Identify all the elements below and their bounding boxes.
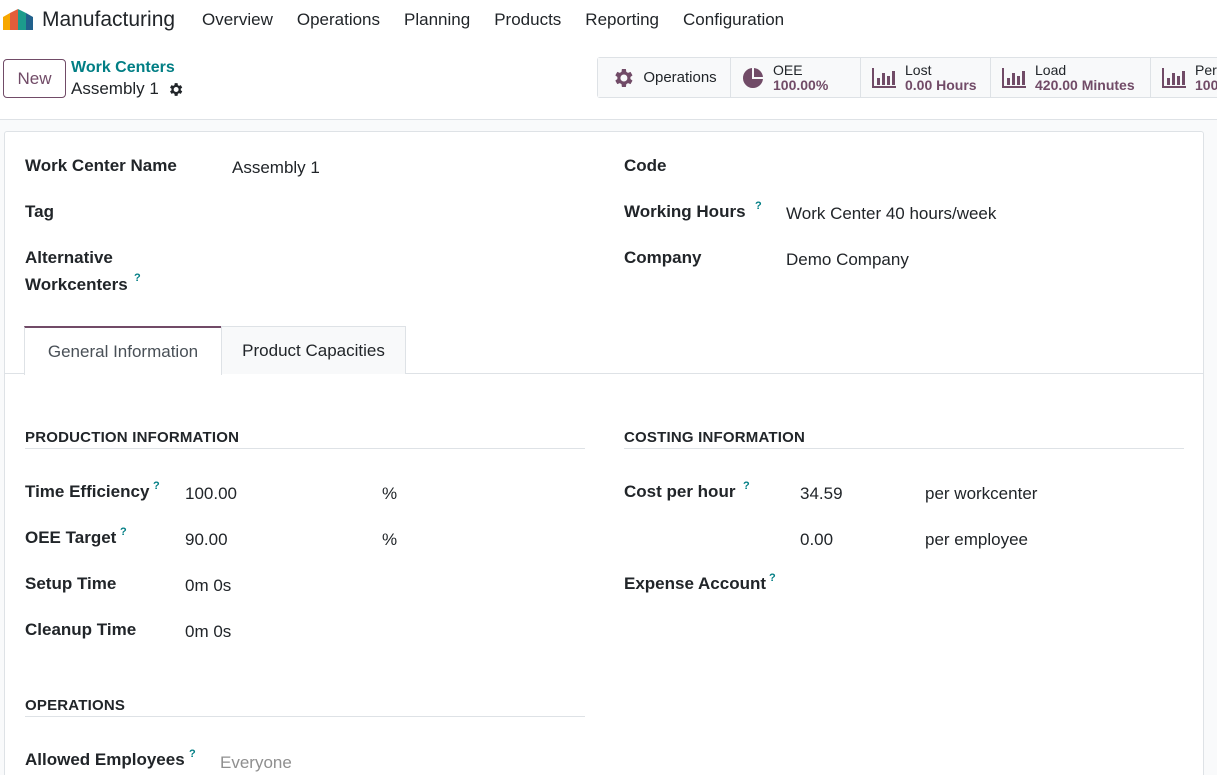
section-divider (25, 716, 585, 717)
expense-account-label: Expense Account (624, 574, 767, 593)
setup-time-field[interactable]: 0m 0s (185, 576, 231, 596)
cleanup-time-field[interactable]: 0m 0s (185, 622, 231, 642)
gear-icon (615, 68, 633, 87)
operations-title: OPERATIONS (25, 697, 126, 714)
oee-stat-value: 100.00% (773, 76, 829, 93)
tag-field[interactable] (232, 202, 592, 224)
oee-target-field[interactable]: 90.00 (185, 530, 228, 550)
time-efficiency-label: Time Efficiency (25, 482, 150, 501)
tag-label: Tag (25, 202, 54, 221)
expense-account-field[interactable] (800, 574, 1180, 596)
notebook-tabs: General Information Product Capacities (5, 326, 1203, 375)
bar-chart-icon (872, 67, 896, 88)
gear-icon[interactable] (167, 81, 184, 98)
per-workcenter-text: per workcenter (925, 484, 1038, 503)
smart-buttons: Operations OEE 100.00% Lost 0.00 Hours L… (597, 57, 1217, 98)
allowed-employees-field[interactable]: Everyone (220, 753, 292, 773)
working-hours-label: Working Hours (624, 202, 746, 221)
breadcrumb-work-centers[interactable]: Work Centers (71, 59, 175, 77)
help-icon[interactable]: ? (120, 526, 127, 538)
load-stat-value: 420.00 Minutes (1035, 76, 1135, 93)
work-center-name-label: Work Center Name (25, 156, 177, 175)
cost-per-hour-field[interactable]: 34.59 (800, 484, 843, 504)
company-label: Company (624, 248, 702, 267)
performance-stat-value: 100 (1195, 76, 1217, 93)
employee-cost-field[interactable]: 0.00 (800, 530, 833, 550)
company-field[interactable]: Demo Company (786, 250, 909, 270)
control-panel: New Work Centers Assembly 1 Operations O… (0, 40, 1217, 120)
operations-stat-button[interactable]: Operations (598, 58, 731, 97)
performance-stat-label: Perf (1195, 61, 1217, 78)
oee-stat-text: OEE 100.00% (773, 61, 829, 93)
top-navbar: Manufacturing Overview Operations Planni… (0, 0, 1217, 40)
lost-stat-value: 0.00 Hours (905, 76, 977, 93)
time-efficiency-unit: % (382, 484, 398, 503)
pie-chart-icon (743, 67, 763, 88)
lost-stat-text: Lost 0.00 Hours (905, 61, 977, 93)
operations-stat-label: Operations (643, 69, 717, 86)
oee-stat-button[interactable]: OEE 100.00% (731, 58, 861, 97)
oee-target-label: OEE Target (25, 528, 117, 547)
alternative-workcenters-field[interactable] (232, 248, 592, 270)
load-stat-text: Load 420.00 Minutes (1035, 61, 1135, 93)
performance-stat-button[interactable]: Perf 100 (1151, 58, 1217, 97)
help-icon[interactable]: ? (755, 200, 762, 212)
menu-planning[interactable]: Planning (392, 10, 482, 30)
help-icon[interactable]: ? (153, 480, 160, 492)
costing-information-title: COSTING INFORMATION (624, 429, 806, 446)
lost-stat-label: Lost (905, 61, 932, 78)
menu-configuration[interactable]: Configuration (671, 10, 796, 30)
menu-products[interactable]: Products (482, 10, 573, 30)
working-hours-field[interactable]: Work Center 40 hours/week (786, 204, 996, 224)
new-button[interactable]: New (3, 59, 66, 98)
alternative-workcenters-label-line2: Workcenters (25, 275, 128, 294)
record-title-text: Assembly 1 (71, 79, 159, 98)
menu-overview[interactable]: Overview (190, 10, 285, 30)
oee-stat-label: OEE (773, 61, 803, 78)
time-efficiency-field[interactable]: 100.00 (185, 484, 237, 504)
performance-stat-text: Perf 100 (1195, 61, 1217, 93)
load-stat-button[interactable]: Load 420.00 Minutes (991, 58, 1151, 97)
alternative-workcenters-label-line1: Alternative (25, 248, 113, 267)
menu-reporting[interactable]: Reporting (573, 10, 671, 30)
help-icon[interactable]: ? (189, 748, 196, 760)
oee-target-unit: % (382, 530, 398, 549)
manufacturing-app-icon[interactable] (2, 7, 34, 31)
cleanup-time-label: Cleanup Time (25, 620, 137, 639)
load-stat-label: Load (1035, 61, 1067, 78)
tab-product-capacities[interactable]: Product Capacities (221, 326, 406, 374)
allowed-employees-label: Allowed Employees (25, 750, 185, 769)
code-label: Code (624, 156, 667, 175)
section-divider (624, 448, 1184, 449)
lost-stat-button[interactable]: Lost 0.00 Hours (861, 58, 991, 97)
help-icon[interactable]: ? (134, 272, 141, 284)
production-information-title: PRODUCTION INFORMATION (25, 429, 240, 446)
main-menu: Overview Operations Planning Products Re… (190, 0, 796, 40)
work-center-name-field[interactable]: Assembly 1 (232, 158, 320, 178)
tab-general-information[interactable]: General Information (24, 326, 222, 375)
help-icon[interactable]: ? (769, 572, 776, 584)
bar-chart-icon (1002, 67, 1026, 88)
form-sheet: Work Center Name Assembly 1 Tag Alternat… (4, 131, 1204, 775)
per-employee-text: per employee (925, 530, 1029, 549)
bar-chart-icon (1162, 67, 1186, 88)
record-title: Assembly 1 (71, 79, 184, 99)
cost-per-hour-label: Cost per hour (624, 482, 736, 501)
section-divider (25, 448, 585, 449)
menu-operations[interactable]: Operations (285, 10, 392, 30)
setup-time-label: Setup Time (25, 574, 117, 593)
app-name[interactable]: Manufacturing (42, 8, 175, 32)
code-field[interactable] (786, 156, 1186, 178)
help-icon[interactable]: ? (743, 480, 750, 492)
